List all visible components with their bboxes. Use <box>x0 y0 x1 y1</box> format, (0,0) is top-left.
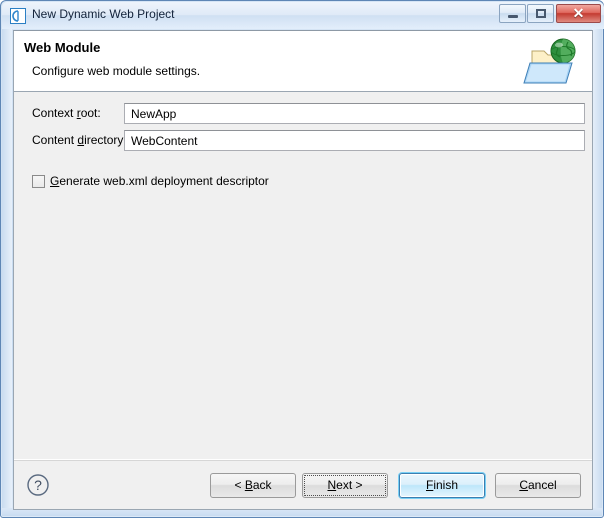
next-button[interactable]: Next > <box>302 473 388 498</box>
generate-webxml-checkbox[interactable] <box>32 174 45 188</box>
generate-webxml-row[interactable]: Generate web.xml deployment descriptor <box>32 173 269 189</box>
cancel-button[interactable]: Cancel <box>495 473 581 498</box>
close-icon: ✕ <box>572 5 585 21</box>
wizard-header: Web Module Configure web module settings… <box>14 31 592 92</box>
context-root-label: Context root: <box>32 106 101 120</box>
page-title: Web Module <box>24 40 101 55</box>
context-root-input[interactable] <box>124 103 585 124</box>
window-frame-right <box>592 29 602 514</box>
content-directory-label: Content directory: <box>32 133 127 147</box>
title-bar[interactable]: New Dynamic Web Project ✕ <box>2 2 604 29</box>
button-bar: ? < Back Next > Finish Cancel <box>14 461 592 509</box>
form-area: Context root: Content directory: Generat… <box>14 93 592 459</box>
page-description: Configure web module settings. <box>32 64 201 78</box>
maximize-button[interactable] <box>527 4 554 23</box>
minimize-button[interactable] <box>499 4 526 23</box>
minimize-icon <box>508 15 518 18</box>
svg-text:?: ? <box>34 477 42 493</box>
window-title: New Dynamic Web Project <box>32 7 175 21</box>
dialog-client-area: Web Module Configure web module settings… <box>13 30 593 510</box>
dialog-window: New Dynamic Web Project ✕ Web Module Con… <box>0 0 604 518</box>
web-folder-globe-icon <box>522 33 584 89</box>
window-frame-left <box>2 29 12 514</box>
help-icon[interactable]: ? <box>26 473 50 497</box>
generate-webxml-label: Generate web.xml deployment descriptor <box>50 174 269 188</box>
finish-button[interactable]: Finish <box>399 473 485 498</box>
back-button[interactable]: < Back <box>210 473 296 498</box>
content-directory-input[interactable] <box>124 130 585 151</box>
eclipse-project-icon <box>10 8 26 24</box>
maximize-icon <box>536 9 546 18</box>
window-controls: ✕ <box>498 4 601 23</box>
close-button[interactable]: ✕ <box>556 4 601 23</box>
